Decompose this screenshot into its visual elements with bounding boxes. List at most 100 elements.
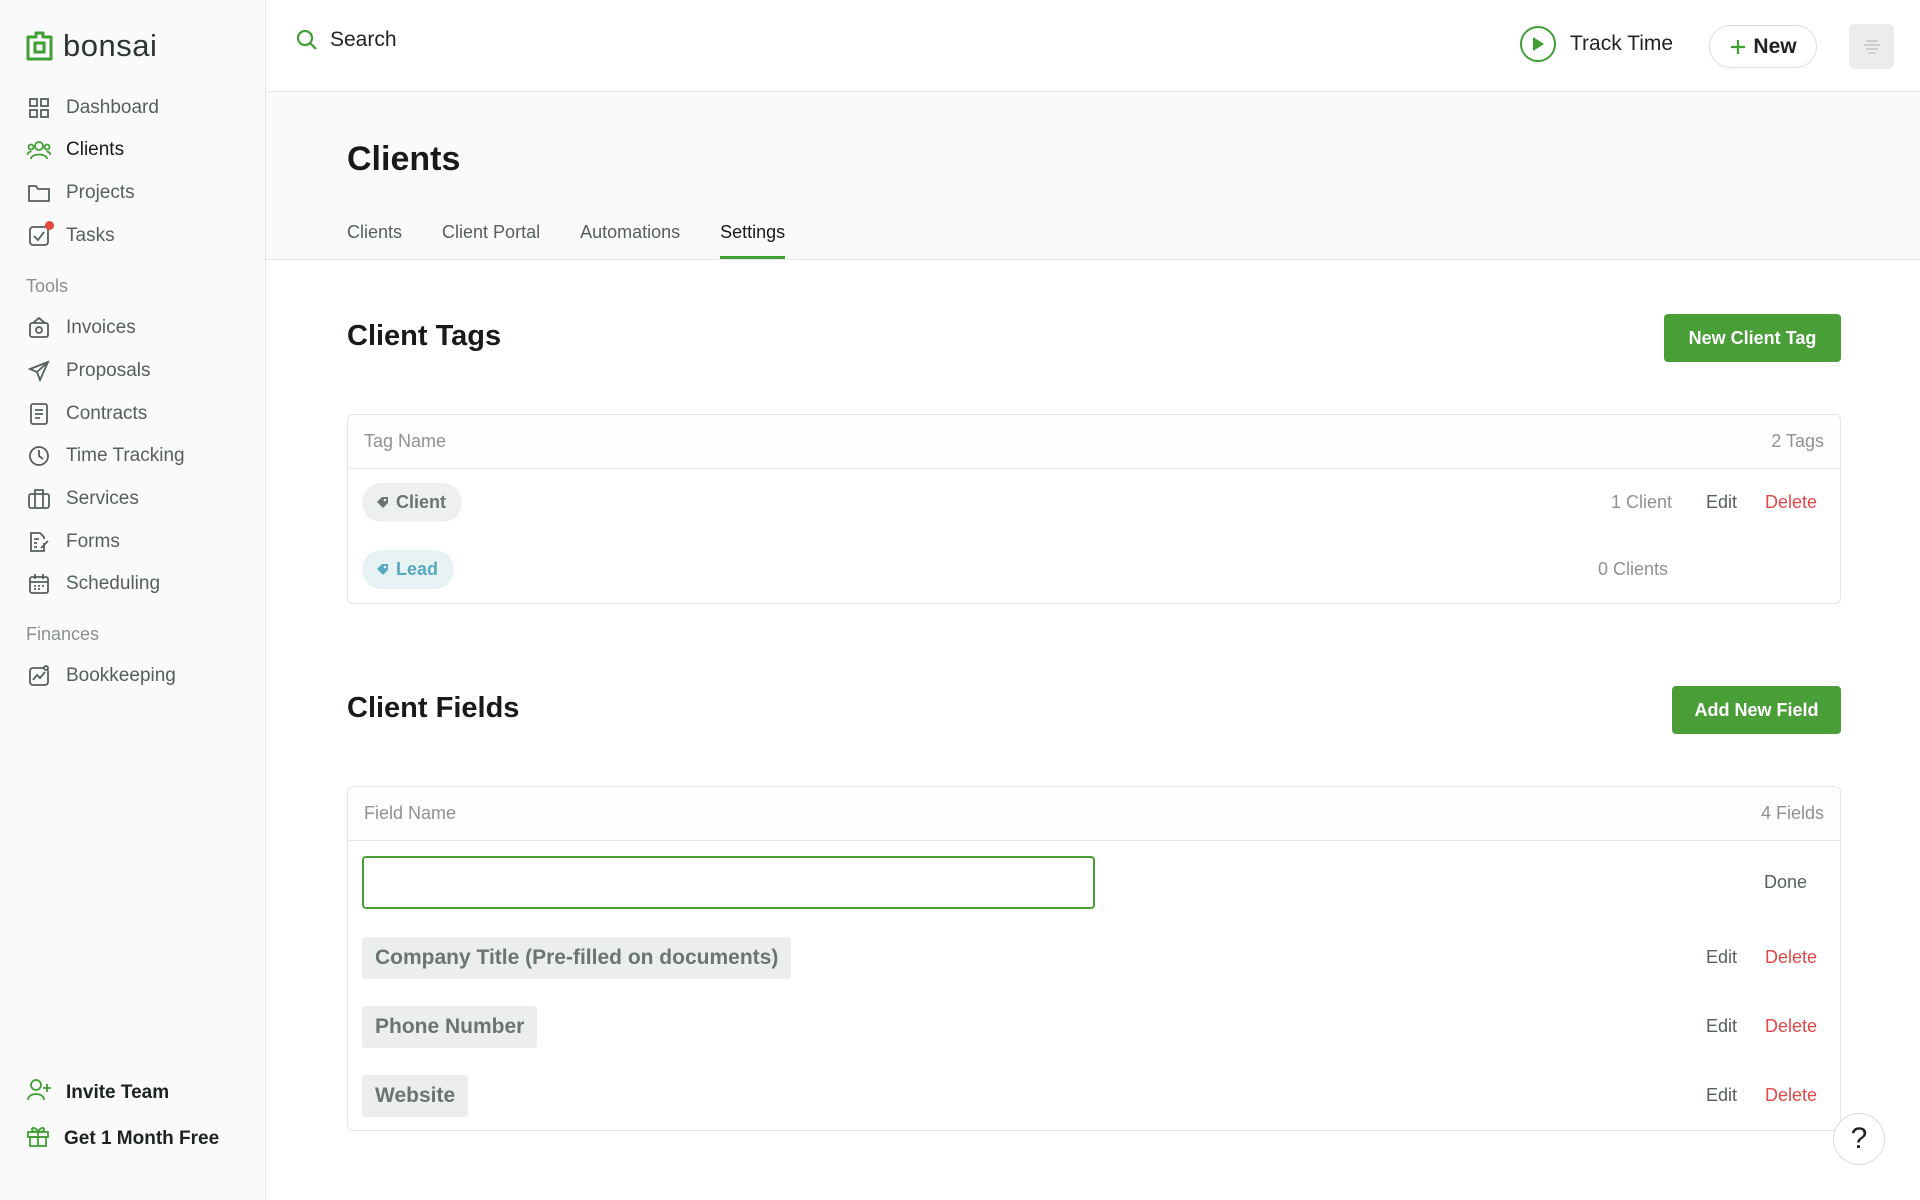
tab-automations[interactable]: Automations: [580, 222, 680, 257]
sidebar-item-proposals[interactable]: Proposals: [26, 353, 151, 389]
tab-bar: Clients Client Portal Automations Settin…: [347, 222, 786, 259]
get-free-month-label: Get 1 Month Free: [64, 1128, 220, 1149]
clock-icon: [26, 443, 52, 469]
task-icon: [26, 221, 54, 249]
search-label: Search: [330, 28, 397, 51]
done-button[interactable]: Done: [1764, 872, 1807, 893]
play-icon: [1520, 26, 1556, 62]
sidebar-item-label: Scheduling: [66, 573, 161, 594]
sidebar-item-label: Invoices: [66, 317, 136, 338]
field-name-header: Field Name: [364, 803, 457, 823]
calendar-icon: [26, 571, 52, 597]
tag-client-count: 0 Clients: [1598, 559, 1669, 579]
new-client-tag-button[interactable]: New Client Tag: [1664, 314, 1841, 362]
track-time-label: Track Time: [1570, 32, 1674, 55]
delete-field-button[interactable]: Delete: [1765, 947, 1817, 968]
sidebar-item-scheduling[interactable]: Scheduling: [26, 566, 160, 602]
client-fields-title: Client Fields: [347, 692, 520, 724]
sidebar-item-services[interactable]: Services: [26, 481, 139, 517]
track-time-button[interactable]: Track Time: [1520, 26, 1673, 62]
bonsai-logo-icon: [26, 31, 53, 61]
fields-table-header: Field Name 4 Fields: [348, 787, 1840, 841]
sidebar-item-label: Clients: [66, 139, 125, 160]
bonsai-logo[interactable]: bonsai: [26, 28, 157, 64]
sidebar-item-label: Proposals: [66, 360, 151, 381]
add-user-icon: [26, 1078, 52, 1108]
sidebar-item-clients[interactable]: Clients: [26, 132, 124, 168]
tag-icon: [377, 497, 388, 508]
gift-icon: [26, 1124, 50, 1154]
client-tags-title: Client Tags: [347, 320, 502, 352]
grid-icon: [26, 95, 52, 121]
invite-team-link[interactable]: Invite Team: [26, 1075, 169, 1111]
sidebar-item-label: Dashboard: [66, 97, 159, 118]
avatar[interactable]: [1849, 24, 1894, 69]
search-icon: [296, 29, 317, 50]
folder-icon: [26, 180, 52, 206]
new-label: New: [1753, 34, 1797, 58]
form-icon: [26, 529, 52, 555]
get-free-month-link[interactable]: Get 1 Month Free: [26, 1121, 219, 1157]
delete-field-button[interactable]: Delete: [1765, 1016, 1817, 1037]
sidebar-item-forms[interactable]: Forms: [26, 524, 120, 560]
sidebar-section-tools: Tools: [26, 276, 69, 296]
tag-icon: [377, 564, 388, 575]
sidebar-item-label: Services: [66, 488, 139, 509]
page-header: Clients Clients Client Portal Automation…: [266, 92, 1920, 260]
sidebar-item-tasks[interactable]: Tasks: [26, 218, 115, 254]
briefcase-icon: [26, 486, 52, 512]
tab-settings[interactable]: Settings: [720, 222, 786, 259]
sidebar-item-invoices[interactable]: Invoices: [26, 310, 136, 346]
tags-table-header: Tag Name 2 Tags: [348, 415, 1840, 469]
sidebar-item-time-tracking[interactable]: Time Tracking: [26, 438, 185, 474]
new-button[interactable]: New: [1709, 25, 1817, 68]
fields-count-header: 4 Fields: [1760, 803, 1824, 823]
edit-field-button[interactable]: Edit: [1706, 947, 1737, 968]
sidebar-item-label: Time Tracking: [66, 445, 185, 466]
sidebar: bonsai Dashboard Clients Projects Tasks …: [0, 0, 266, 1200]
sidebar-item-projects[interactable]: Projects: [26, 175, 135, 211]
notification-dot: [45, 221, 54, 230]
delete-tag-button[interactable]: Delete: [1765, 492, 1817, 513]
sidebar-item-contracts[interactable]: Contracts: [26, 396, 147, 432]
table-row: Client 1 Client Edit Delete: [348, 469, 1840, 536]
table-row: Website Edit Delete: [348, 1061, 1840, 1130]
field-chip: Company Title (Pre-filled on documents): [362, 936, 792, 979]
tag-name-header: Tag Name: [364, 431, 447, 451]
sidebar-item-dashboard[interactable]: Dashboard: [26, 90, 159, 126]
help-button[interactable]: ?: [1833, 1113, 1885, 1165]
tag-label: Lead: [396, 559, 439, 579]
sidebar-item-label: Tasks: [66, 225, 115, 246]
tag-label: Client: [396, 492, 447, 512]
avatar-logo-icon: [1863, 40, 1880, 53]
sidebar-section-finances: Finances: [26, 624, 100, 644]
tab-clients[interactable]: Clients: [347, 222, 402, 257]
new-field-row: Done: [348, 841, 1840, 923]
sidebar-item-label: Forms: [66, 531, 120, 552]
tag-pill-lead[interactable]: Lead: [362, 550, 455, 589]
table-row: Phone Number Edit Delete: [348, 992, 1840, 1061]
tag-pill-client[interactable]: Client: [362, 483, 463, 522]
tab-client-portal[interactable]: Client Portal: [442, 222, 540, 257]
delete-field-button[interactable]: Delete: [1765, 1085, 1817, 1106]
tags-count-header: 2 Tags: [1771, 431, 1824, 451]
sidebar-item-label: Projects: [66, 182, 135, 203]
sidebar-item-label: Bookkeeping: [66, 665, 176, 686]
edit-field-button[interactable]: Edit: [1706, 1016, 1737, 1037]
field-chip: Website: [362, 1074, 469, 1117]
brand-name: bonsai: [63, 28, 158, 63]
table-row: Lead 0 Clients: [348, 536, 1840, 603]
search-trigger[interactable]: Search: [296, 28, 397, 52]
invoice-icon: [26, 315, 52, 341]
sidebar-item-bookkeeping[interactable]: Bookkeeping: [26, 658, 176, 694]
new-field-input[interactable]: [362, 855, 1095, 909]
client-fields-table: Field Name 4 Fields Done Company Title (…: [347, 786, 1841, 1131]
edit-field-button[interactable]: Edit: [1706, 1085, 1737, 1106]
invite-team-label: Invite Team: [66, 1082, 170, 1103]
page-title: Clients: [347, 140, 461, 178]
add-new-field-button[interactable]: Add New Field: [1672, 686, 1841, 734]
edit-tag-button[interactable]: Edit: [1706, 492, 1737, 513]
plus-icon: [1731, 39, 1746, 54]
top-bar: Search Track Time New: [266, 0, 1920, 92]
sidebar-item-label: Contracts: [66, 403, 148, 424]
